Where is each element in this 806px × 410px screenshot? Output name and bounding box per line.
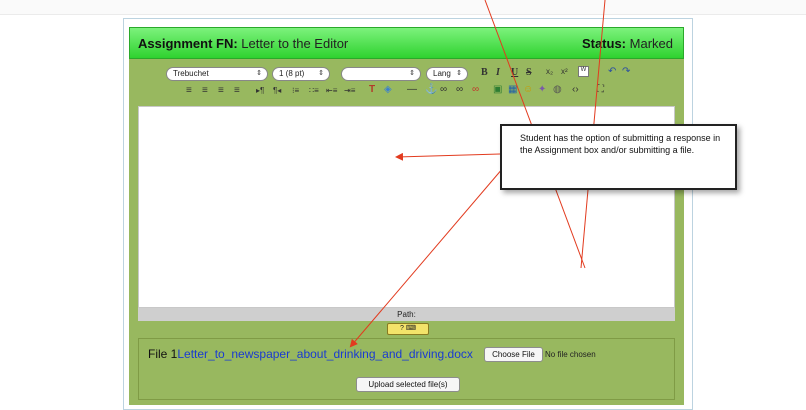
no-file-chosen-text: No file chosen xyxy=(545,350,596,359)
status-text: Status: Marked xyxy=(582,36,673,51)
assignment-header: Assignment FN: Letter to the Editor Stat… xyxy=(129,27,684,59)
status-value: Marked xyxy=(629,36,673,51)
select-arrow-icon: ⇕ xyxy=(318,70,324,77)
underline-button[interactable]: U xyxy=(511,67,518,78)
font-family-select[interactable]: Trebuchet ⇕ xyxy=(166,67,268,81)
file-label: File 1 xyxy=(148,347,178,361)
strikethrough-button[interactable]: S xyxy=(526,67,532,78)
callout-text: Student has the option of submitting a r… xyxy=(520,133,721,155)
font-family-value: Trebuchet xyxy=(173,69,209,78)
special-char-button[interactable]: ✦ xyxy=(538,84,546,95)
select-arrow-icon: ⇕ xyxy=(256,70,262,77)
choose-file-button[interactable]: Choose File xyxy=(484,347,543,362)
keyboard-help-icon[interactable]: ? ⌨ xyxy=(387,323,429,335)
align-right-button[interactable]: ≡ xyxy=(218,85,224,96)
format-select[interactable]: ⇕ xyxy=(341,67,421,81)
superscript-button[interactable]: x² xyxy=(561,67,568,76)
italic-button[interactable]: I xyxy=(496,67,500,78)
font-size-select[interactable]: 1 (8 pt) ⇕ xyxy=(272,67,330,81)
link-button[interactable]: ∞ xyxy=(440,84,447,95)
path-label: Path: xyxy=(397,310,416,319)
help-badge: ? xyxy=(400,325,404,332)
editor-toolbar: Trebuchet ⇕ 1 (8 pt) ⇕ ⇕ Lang ⇕ B I U S x₂ … xyxy=(138,64,675,104)
annotation-callout: Student has the option of submitting a r… xyxy=(500,124,737,190)
align-center-button[interactable]: ≡ xyxy=(202,85,208,96)
paste-word-icon[interactable]: W xyxy=(578,66,589,77)
rtl-button[interactable]: ¶◂ xyxy=(273,86,281,95)
ltr-button[interactable]: ▸¶ xyxy=(256,86,264,95)
status-label: Status: xyxy=(581,36,627,51)
indent-button[interactable]: ⇥≡ xyxy=(344,86,355,95)
upload-files-button[interactable]: Upload selected file(s) xyxy=(356,377,460,392)
anchor-button[interactable]: ⚓ xyxy=(425,84,437,95)
horizontal-rule-button[interactable]: — xyxy=(407,84,417,95)
bold-button[interactable]: B xyxy=(481,67,488,78)
search-replace-button[interactable]: ◍ xyxy=(553,84,562,95)
assignment-title: Assignment FN: Letter to the Editor xyxy=(138,36,348,51)
font-size-value: 1 (8 pt) xyxy=(279,69,305,78)
title-value: Letter to the Editor xyxy=(241,36,349,51)
smiley-button[interactable]: ☺ xyxy=(523,84,533,95)
lang-select[interactable]: Lang ⇕ xyxy=(426,67,468,81)
fullscreen-button[interactable]: ⛶ xyxy=(597,84,604,95)
file-row: File 1Letter_to_newspaper_about_drinking… xyxy=(148,347,473,361)
ordered-list-button[interactable]: ⁝≡ xyxy=(292,86,299,95)
lang-value: Lang xyxy=(433,69,451,78)
justify-button[interactable]: ≡ xyxy=(234,85,240,96)
editor-path-bar: Path: xyxy=(138,308,675,321)
text-color-button[interactable]: T xyxy=(369,84,375,95)
insert-table-button[interactable]: ▦ xyxy=(508,84,517,95)
uploaded-file-link[interactable]: Letter_to_newspaper_about_drinking_and_d… xyxy=(177,347,473,361)
align-left-button[interactable]: ≡ xyxy=(186,85,192,96)
nolink-button[interactable]: ∞ xyxy=(472,84,479,95)
insert-image-button[interactable]: ▣ xyxy=(493,84,502,95)
background-color-button[interactable]: ◈ xyxy=(384,84,392,95)
title-label: Assignment FN: xyxy=(138,36,238,51)
redo-button[interactable]: ↷ xyxy=(622,66,630,77)
select-arrow-icon: ⇕ xyxy=(409,70,415,77)
outdent-button[interactable]: ⇤≡ xyxy=(326,86,337,95)
unordered-list-button[interactable]: ∷≡ xyxy=(309,86,319,95)
select-arrow-icon: ⇕ xyxy=(456,70,462,77)
subscript-button[interactable]: x₂ xyxy=(546,67,553,76)
top-strip xyxy=(0,0,806,15)
unlink-button[interactable]: ∞ xyxy=(456,84,463,95)
undo-button[interactable]: ↶ xyxy=(608,66,616,77)
html-source-button[interactable]: ‹› xyxy=(572,84,579,95)
